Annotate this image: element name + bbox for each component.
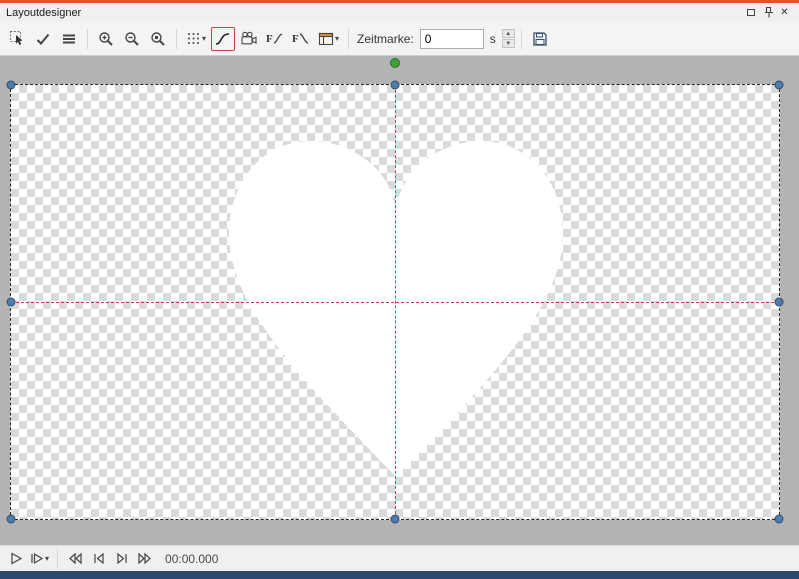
- motion-path-icon: [214, 31, 232, 47]
- check-icon: [35, 31, 51, 47]
- camera-icon: [240, 31, 258, 46]
- skip-to-end-button[interactable]: [111, 549, 131, 569]
- rewind-button[interactable]: [65, 549, 85, 569]
- resize-handle-bottom-right[interactable]: [775, 515, 784, 524]
- main-toolbar: ▾ F F: [0, 22, 799, 56]
- svg-text:F: F: [292, 33, 299, 45]
- pin-icon: [762, 6, 774, 19]
- object-options-icon: [318, 32, 334, 46]
- toolbar-separator: [521, 29, 522, 49]
- select-tool-button[interactable]: [5, 27, 29, 51]
- zoom-in-button[interactable]: [94, 27, 118, 51]
- play-button[interactable]: [6, 549, 26, 569]
- titlebar[interactable]: Layoutdesigner ✕: [0, 3, 799, 22]
- zoom-in-icon: [98, 31, 114, 47]
- layoutdesigner-window: Layoutdesigner ✕: [0, 0, 799, 579]
- grid-icon: [186, 31, 201, 46]
- fade-out-icon: F: [292, 31, 310, 46]
- layers-button[interactable]: [57, 27, 81, 51]
- transport-separator: [57, 549, 58, 569]
- motion-path-button[interactable]: [211, 27, 235, 51]
- chevron-down-icon: ▾: [335, 35, 339, 43]
- layout-canvas[interactable]: [0, 56, 799, 545]
- skip-to-end-icon: [114, 551, 129, 566]
- close-button[interactable]: ✕: [776, 5, 793, 20]
- resize-handle-top-center[interactable]: [391, 81, 400, 90]
- resize-handle-bottom-center[interactable]: [391, 515, 400, 524]
- window-title: Layoutdesigner: [6, 7, 81, 19]
- resize-handle-mid-left[interactable]: [7, 298, 16, 307]
- fast-forward-button[interactable]: [134, 549, 154, 569]
- resize-handle-top-right[interactable]: [775, 81, 784, 90]
- timecode-display: 00:00.000: [165, 552, 218, 566]
- save-button[interactable]: [528, 27, 552, 51]
- play-from-position-icon: [30, 551, 44, 566]
- grid-button[interactable]: ▾: [183, 27, 209, 51]
- heart-shape: [225, 139, 567, 481]
- object-options-button[interactable]: ▾: [315, 27, 342, 51]
- stepper-up-button[interactable]: ▲: [502, 29, 515, 38]
- play-from-position-button[interactable]: ▾: [29, 549, 50, 569]
- layout-selection[interactable]: [10, 84, 780, 520]
- fade-out-button[interactable]: F: [289, 27, 313, 51]
- camera-pan-button[interactable]: [237, 27, 261, 51]
- maximize-button[interactable]: [742, 5, 759, 20]
- rewind-icon: [67, 551, 83, 566]
- apply-check-button[interactable]: [31, 27, 55, 51]
- toolbar-separator: [87, 29, 88, 49]
- resize-handle-bottom-left[interactable]: [7, 515, 16, 524]
- zeitmarke-stepper: ▲ ▼: [502, 29, 515, 48]
- zeitmarke-unit-label: s: [490, 32, 496, 46]
- zeitmarke-input[interactable]: [420, 29, 484, 49]
- save-icon: [532, 31, 548, 47]
- skip-to-start-icon: [91, 551, 106, 566]
- resize-handle-mid-right[interactable]: [775, 298, 784, 307]
- skip-to-start-button[interactable]: [88, 549, 108, 569]
- layers-icon: [61, 31, 77, 47]
- stepper-down-button[interactable]: ▼: [502, 39, 515, 48]
- rotation-handle[interactable]: [390, 58, 400, 68]
- bottom-status-strip: [0, 571, 799, 579]
- zeitmarke-label: Zeitmarke:: [357, 32, 414, 46]
- fast-forward-icon: [136, 551, 152, 566]
- zoom-reset-button[interactable]: [146, 27, 170, 51]
- pin-button[interactable]: [759, 5, 776, 20]
- fade-in-button[interactable]: F: [263, 27, 287, 51]
- vertical-center-guide: [395, 85, 396, 519]
- svg-text:F: F: [266, 33, 273, 45]
- fade-in-icon: F: [266, 31, 284, 46]
- select-tool-icon: [9, 30, 26, 47]
- chevron-down-icon: ▾: [202, 35, 206, 43]
- toolbar-separator: [348, 29, 349, 49]
- zoom-out-icon: [124, 31, 140, 47]
- transport-bar: ▾ 00:00.000: [0, 545, 799, 571]
- maximize-icon: [747, 9, 755, 16]
- close-icon: ✕: [780, 7, 788, 18]
- resize-handle-top-left[interactable]: [7, 81, 16, 90]
- chevron-down-icon: ▾: [45, 555, 49, 563]
- zoom-reset-icon: [150, 31, 166, 47]
- zoom-out-button[interactable]: [120, 27, 144, 51]
- play-icon: [9, 551, 24, 566]
- toolbar-separator: [176, 29, 177, 49]
